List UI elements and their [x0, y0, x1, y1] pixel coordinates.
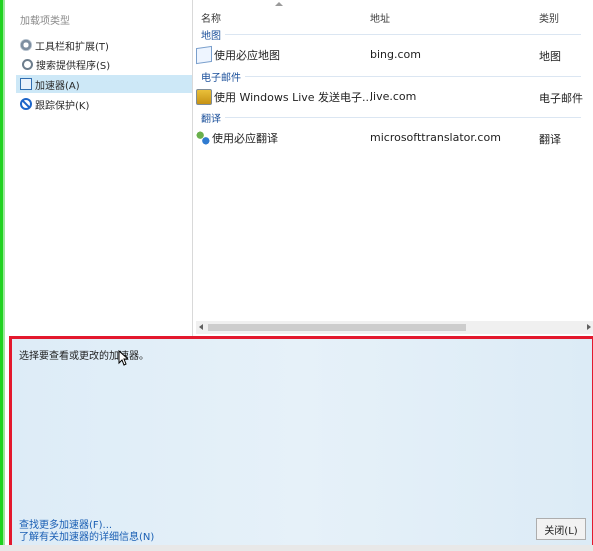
window-bottom-edge [0, 545, 593, 551]
group-label: 电子邮件 [201, 72, 241, 84]
sidebar-item-accelerators[interactable]: 加速器(A) [16, 75, 192, 93]
sidebar-item-label: 跟踪保护(K) [35, 100, 90, 112]
sidebar-item-label: 工具栏和扩展(T) [35, 41, 109, 53]
block-icon [20, 98, 32, 110]
details-panel: 选择要查看或更改的加速器。 查找更多加速器(F)... 了解有关加速器的详细信息… [9, 336, 593, 548]
sort-caret-icon [275, 2, 284, 8]
list-item[interactable]: 使用必应地图 bing.com 地图 [196, 45, 592, 65]
map-icon [196, 45, 212, 65]
sidebar-item-label: 加速器(A) [35, 80, 80, 92]
accelerator-icon [20, 78, 32, 90]
mail-icon [196, 89, 212, 105]
gear-icon [20, 39, 32, 51]
scrollbar-thumb[interactable] [208, 324, 466, 331]
item-category: 地图 [539, 50, 561, 63]
mouse-cursor-icon [118, 350, 128, 366]
window-edge-shadow [3, 0, 5, 551]
details-description: 选择要查看或更改的加速器。 [19, 351, 149, 362]
item-category: 电子邮件 [539, 92, 583, 105]
column-header-address[interactable]: 地址 [370, 10, 390, 25]
translate-icon [196, 131, 210, 145]
scroll-left-icon[interactable] [199, 324, 203, 330]
list-item[interactable]: 使用必应翻译 microsofttranslator.com 翻译 [196, 129, 592, 147]
group-header-email: 电子邮件 [201, 70, 581, 84]
column-header-category[interactable]: 类别 [539, 10, 559, 25]
close-button[interactable]: 关闭(L) [536, 518, 586, 540]
search-icon [22, 58, 33, 70]
column-header-name[interactable]: 名称 [201, 10, 221, 25]
sidebar-header: 加载项类型 [20, 16, 70, 27]
sidebar-item-search-providers[interactable]: 搜索提供程序(S) [20, 55, 196, 73]
sidebar-item-tracking-protection[interactable]: 跟踪保护(K) [20, 95, 196, 113]
list-item[interactable]: 使用 Windows Live 发送电子... live.com 电子邮件 [196, 88, 592, 106]
item-category: 翻译 [539, 133, 561, 146]
group-header-translate: 翻译 [201, 111, 581, 125]
horizontal-scrollbar[interactable] [196, 321, 593, 334]
scroll-right-icon[interactable] [587, 324, 591, 330]
item-name: 使用必应翻译 [212, 132, 278, 145]
sidebar-item-label: 搜索提供程序(S) [36, 60, 111, 72]
item-name: 使用 Windows Live 发送电子... [214, 91, 373, 104]
item-address: live.com [370, 90, 417, 103]
item-address: bing.com [370, 48, 421, 61]
group-header-map: 地图 [201, 28, 581, 42]
group-label: 地图 [201, 30, 221, 42]
group-label: 翻译 [201, 113, 221, 125]
learn-more-accelerators-link[interactable]: 了解有关加速器的详细信息(N) [19, 528, 154, 543]
sidebar-item-toolbars[interactable]: 工具栏和扩展(T) [20, 36, 196, 54]
sidebar-divider [192, 0, 193, 338]
item-name: 使用必应地图 [214, 49, 280, 62]
item-address: microsofttranslator.com [370, 131, 501, 144]
